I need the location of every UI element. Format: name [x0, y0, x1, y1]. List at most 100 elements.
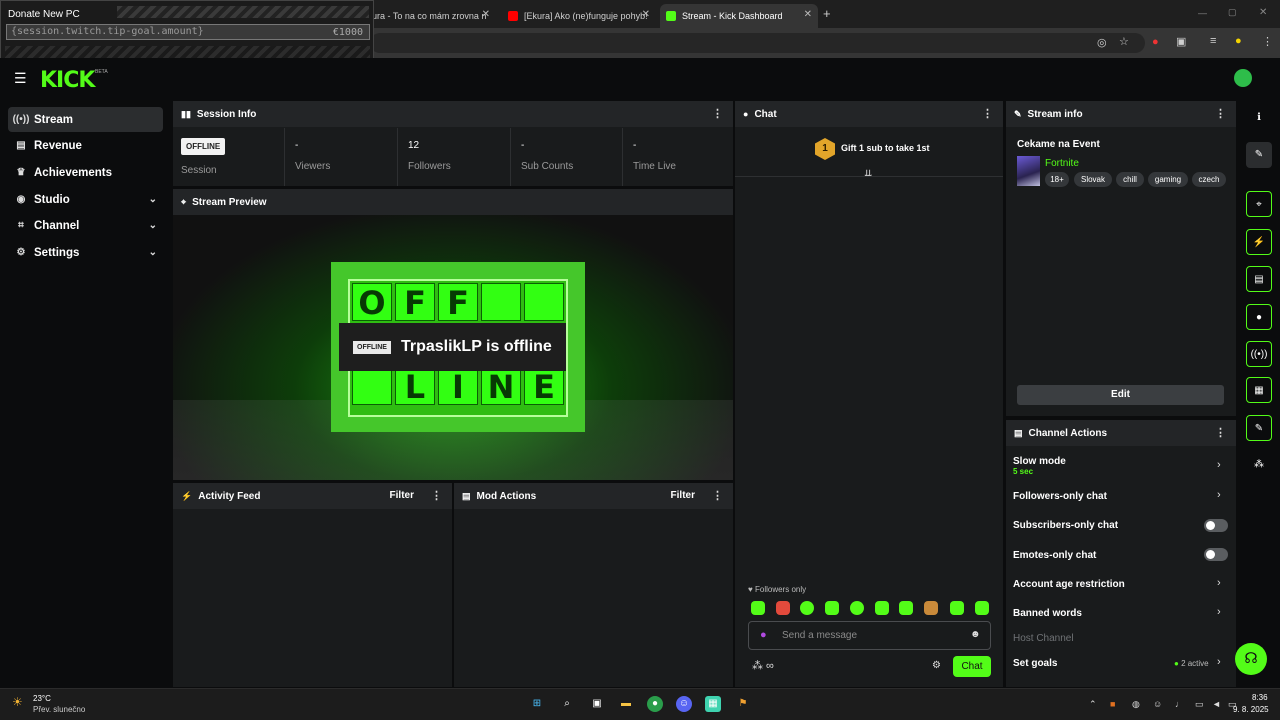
close-window-button[interactable]: ✕ — [1259, 7, 1267, 18]
more-options-icon[interactable]: ⋮ — [712, 101, 723, 127]
microphone-icon[interactable]: ● — [760, 629, 767, 641]
steam-icon[interactable]: ◍ — [1132, 699, 1140, 710]
sidebar-item-settings[interactable]: ⚙ Settings ⌄ — [8, 240, 163, 265]
sidebar-item-achievements[interactable]: ♛ Achievements — [8, 160, 163, 185]
filter-button[interactable]: Filter — [671, 483, 695, 509]
chevron-right-icon[interactable]: › — [1217, 459, 1221, 471]
task-view-icon[interactable]: ▣ — [589, 696, 605, 712]
expand-leaderboard-icon[interactable]: ⇊ — [864, 169, 872, 180]
close-icon[interactable]: ✕ — [642, 9, 650, 20]
edit-stream-button[interactable]: Edit — [1017, 385, 1224, 405]
more-options-icon[interactable]: ⋮ — [1215, 101, 1226, 127]
emote-icon[interactable] — [825, 601, 839, 615]
wrench-icon[interactable]: ✎ — [1246, 415, 1272, 441]
volume-icon[interactable]: ◄ — [1212, 699, 1221, 709]
sidebar-item-revenue[interactable]: ▤ Revenue — [8, 133, 163, 158]
chevron-up-icon[interactable]: ⌃ — [1089, 699, 1097, 710]
layout-icon[interactable]: ▦ — [1246, 377, 1272, 403]
emotes-only-toggle[interactable] — [1204, 548, 1228, 561]
kick-points-icon[interactable]: ⁂ — [1246, 452, 1272, 478]
close-icon[interactable]: ✕ — [804, 9, 812, 20]
eye-off-icon[interactable]: ◎ — [1097, 36, 1107, 49]
extension-icon[interactable]: ● — [1152, 36, 1159, 48]
search-icon[interactable]: ⌕ — [559, 696, 575, 712]
broadcast-icon[interactable]: ((•)) — [1246, 341, 1272, 367]
more-options-icon[interactable]: ⋮ — [431, 483, 442, 509]
more-options-icon[interactable]: ⋮ — [712, 483, 723, 509]
notes-icon[interactable]: ▤ — [1246, 266, 1272, 292]
minimize-button[interactable]: — — [1198, 8, 1207, 18]
chat-input[interactable]: ● Send a message ☻ — [748, 621, 991, 650]
close-icon[interactable]: ✕ — [482, 9, 490, 20]
account-age-item[interactable]: Account age restriction — [1013, 579, 1125, 590]
star-icon[interactable]: ☆ — [1119, 35, 1129, 48]
hamburger-menu-icon[interactable]: ☰ — [14, 70, 27, 87]
chevron-right-icon[interactable]: › — [1217, 577, 1221, 589]
emote-icon[interactable] — [924, 601, 938, 615]
slow-mode-item[interactable]: Slow mode 5 sec — [1013, 456, 1066, 476]
stream-preview-video[interactable]: O F F L I N E OFFLINE TrpaslikLP is offl… — [173, 215, 733, 480]
discord-tray-icon[interactable]: ☺ — [1153, 699, 1162, 709]
chevron-right-icon[interactable]: › — [1217, 656, 1221, 668]
capture-icon[interactable]: ⌖ — [1246, 191, 1272, 217]
more-options-icon[interactable]: ⋮ — [982, 101, 993, 127]
chrome-icon[interactable]: ● — [647, 696, 663, 712]
more-options-icon[interactable]: ⋮ — [1215, 420, 1226, 446]
lightning-icon[interactable]: ⚡ — [1246, 229, 1272, 255]
user-avatar[interactable] — [1234, 69, 1252, 87]
game-app-icon[interactable]: ⚑ — [735, 696, 751, 712]
set-goals-item[interactable]: Set goals — [1013, 658, 1057, 669]
donate-goal-field[interactable]: {session.twitch.tip-goal.amount} €1000 — [6, 24, 370, 40]
file-explorer-icon[interactable]: ▬ — [618, 696, 634, 712]
info-icon[interactable]: ℹ — [1246, 105, 1272, 131]
filter-button[interactable]: Filter — [390, 483, 414, 509]
send-chat-button[interactable]: Chat — [953, 656, 991, 677]
browser-tab-active[interactable]: Stream - Kick Dashboard ✕ — [660, 4, 818, 28]
sidebar-item-studio[interactable]: ◉ Studio ⌄ — [8, 187, 163, 212]
app-icon[interactable]: ▦ — [705, 696, 721, 712]
pencil-icon[interactable]: ✎ — [1246, 142, 1272, 168]
followers-only-chat-item[interactable]: Followers-only chat — [1013, 491, 1107, 502]
clock-date[interactable]: 9. 8. 2025 — [1233, 705, 1269, 714]
kick-logo[interactable]: KICK — [40, 68, 95, 93]
emote-icon[interactable] — [875, 601, 889, 615]
browser-tab[interactable]: [Ekura] Ako (ne)funguje pohyb! ✕ — [502, 4, 656, 28]
emoji-icon[interactable]: ☻ — [970, 629, 981, 640]
help-button[interactable]: ☊ — [1235, 643, 1267, 675]
network-icon[interactable]: ▭ — [1195, 699, 1204, 710]
emote-icon[interactable] — [950, 601, 964, 615]
chevron-right-icon[interactable]: › — [1217, 606, 1221, 618]
microphone-icon[interactable]: ♩ — [1175, 699, 1184, 709]
banned-words-item[interactable]: Banned words — [1013, 608, 1082, 619]
emote-icon[interactable] — [800, 601, 814, 615]
weather-temp[interactable]: 23°C — [33, 694, 51, 703]
sidebar-item-channel[interactable]: ⌗ Channel ⌄ — [8, 213, 163, 238]
address-bar[interactable] — [370, 33, 1145, 53]
kick-points-icon[interactable]: ⁂ ∞ — [752, 659, 774, 672]
emote-icon[interactable] — [899, 601, 913, 615]
emote-icon[interactable] — [751, 601, 765, 615]
tab-search-icon[interactable]: ≡ — [1210, 35, 1216, 47]
weather-desc[interactable]: Přev. slunečno — [33, 705, 85, 714]
tray-app-icon[interactable]: ■ — [1110, 699, 1115, 709]
gift-leaderboard-text[interactable]: Gift 1 sub to take 1st — [841, 143, 930, 153]
chat-bubble-icon[interactable]: ● — [1246, 304, 1272, 330]
discord-icon[interactable]: ☺ — [676, 696, 692, 712]
puzzle-icon[interactable]: ▣ — [1176, 35, 1186, 48]
chevron-right-icon[interactable]: › — [1217, 489, 1221, 501]
board-cell: F — [438, 283, 478, 322]
emote-icon[interactable] — [850, 601, 864, 615]
clock-time[interactable]: 8:36 — [1252, 693, 1268, 702]
windows-start-icon[interactable]: ⊞ — [529, 696, 545, 712]
subscribers-only-toggle[interactable] — [1204, 519, 1228, 532]
new-tab-button[interactable]: + — [823, 6, 831, 21]
emote-icon[interactable] — [975, 601, 989, 615]
category-link[interactable]: Fortnite — [1045, 158, 1079, 169]
sidebar-item-stream[interactable]: ((•)) Stream — [8, 107, 163, 132]
maximize-button[interactable]: ▢ — [1228, 7, 1237, 18]
chat-settings-icon[interactable]: ⚙ — [932, 660, 941, 671]
browser-tab[interactable]: ura - To na co mám zrovna n ✕ — [366, 4, 496, 28]
avatar[interactable]: ● — [1235, 35, 1242, 47]
emote-icon[interactable] — [776, 601, 790, 615]
menu-icon[interactable]: ⋮ — [1262, 35, 1273, 48]
